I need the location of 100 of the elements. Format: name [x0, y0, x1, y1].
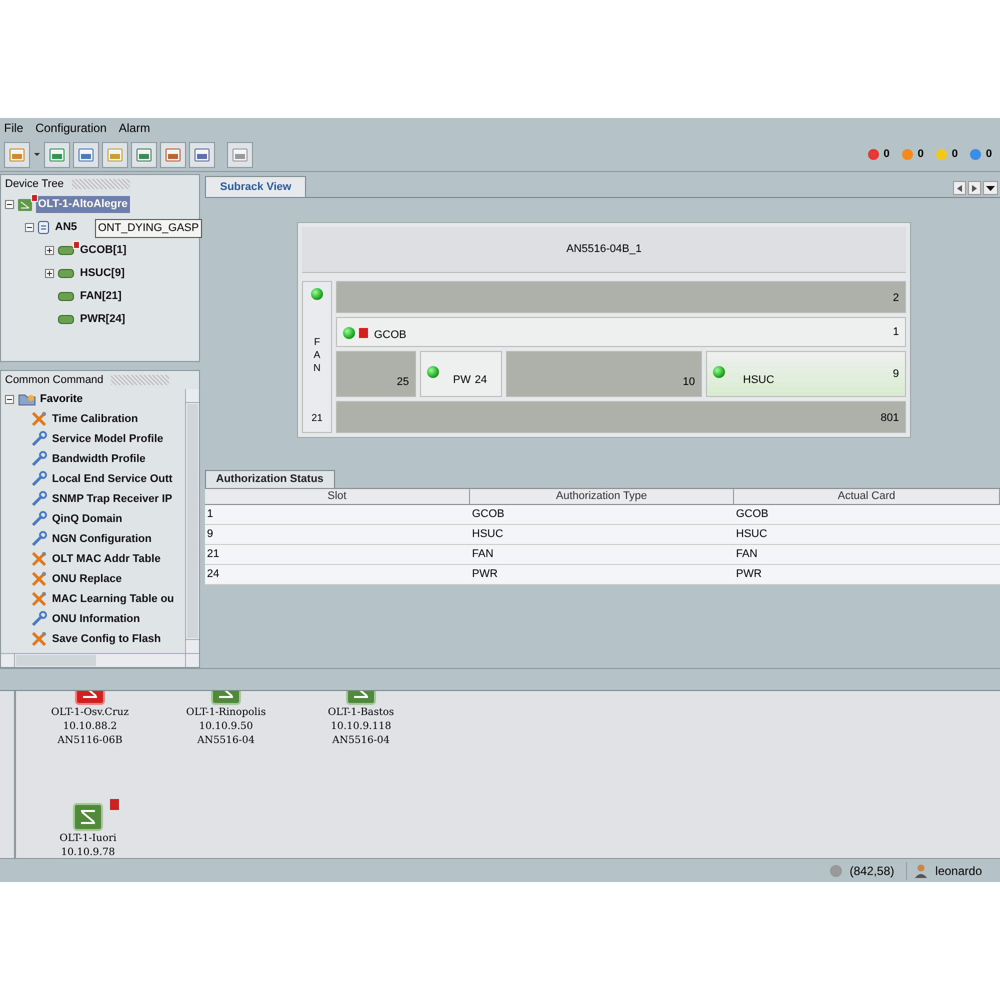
panel-title: Common Command: [5, 372, 104, 388]
tree-item[interactable]: PWR[24]: [78, 311, 128, 328]
slot-number: 25: [396, 374, 409, 390]
slot-number: 10: [682, 374, 695, 390]
grip-handle[interactable]: [111, 375, 170, 385]
slot-number: 801: [880, 410, 899, 426]
toolbar-button[interactable]: [227, 142, 253, 168]
card-name: PW: [453, 373, 471, 388]
alarm-count: 0: [918, 147, 924, 162]
window-icon: [78, 148, 94, 162]
window-icon: [194, 148, 210, 162]
tree-item[interactable]: GCOB[1]: [78, 242, 128, 259]
collapse-icon[interactable]: [5, 200, 14, 209]
table-cell-text: HSUC: [735, 527, 768, 542]
grip-handle[interactable]: [72, 179, 130, 189]
crossed-tools-icon: [31, 571, 47, 587]
table-cell-text: FAN: [471, 547, 494, 562]
wrench-icon: [31, 511, 47, 527]
collapse-icon[interactable]: [25, 223, 34, 232]
tooltip: ONT_DYING_GASP: [95, 219, 202, 238]
window-icon: [49, 148, 65, 162]
expand-icon[interactable]: [45, 246, 54, 255]
column-header[interactable]: Slot: [205, 489, 470, 504]
tree-item[interactable]: HSUC[9]: [78, 265, 127, 282]
expand-icon[interactable]: [45, 269, 54, 278]
left-arrow-icon: [957, 184, 962, 192]
toolbar-button[interactable]: [102, 142, 128, 168]
network-node-icon[interactable]: [73, 803, 103, 831]
command-item[interactable]: Save Config to Flash: [52, 630, 161, 648]
tree-item[interactable]: AN5: [53, 219, 80, 236]
device-model: AN5516-04: [197, 734, 255, 748]
folder-icon: [18, 392, 36, 406]
alarm-count: 0: [952, 147, 958, 162]
shelf-icon: [38, 221, 49, 234]
user-icon: [915, 864, 928, 878]
cursor-coordinates: (842,58): [850, 862, 908, 880]
device-name: OLT-1-Bastos: [328, 706, 394, 720]
ip-address: 10.10.88.2: [62, 720, 118, 734]
window-icon: [232, 148, 248, 162]
scroll-left-button[interactable]: [953, 181, 966, 195]
command-item[interactable]: QinQ Domain: [52, 510, 122, 528]
tab[interactable]: Authorization Status: [205, 470, 335, 488]
card-name: HSUC: [743, 373, 774, 388]
menu-item[interactable]: Alarm: [118, 119, 150, 137]
tree-item[interactable]: FAN[21]: [78, 288, 124, 305]
user-name: leonardo: [935, 862, 982, 880]
command-item[interactable]: Service Model Profile: [52, 430, 164, 448]
panel-title: Device Tree: [5, 176, 64, 192]
tree-item[interactable]: Favorite: [40, 390, 83, 408]
menu-item[interactable]: File: [4, 119, 24, 137]
scroll-right-button[interactable]: [968, 181, 981, 195]
crossed-tools-icon: [31, 591, 47, 607]
device-name: OLT-1-Iuori: [60, 832, 116, 846]
card-name: GCOB: [374, 328, 406, 343]
command-item[interactable]: ONU Replace: [52, 570, 122, 588]
command-item[interactable]: SNMP Trap Receiver IP: [52, 490, 172, 508]
command-item[interactable]: Local End Service Outt: [52, 470, 172, 488]
slot-number: 1: [892, 324, 899, 340]
command-item[interactable]: Time Calibration: [52, 410, 138, 428]
crossed-tools-icon: [31, 631, 47, 647]
table-cell-text: 9: [206, 527, 214, 542]
column-header[interactable]: Authorization Type: [470, 489, 734, 504]
device-model: AN5516-04: [332, 734, 390, 748]
command-item[interactable]: NGN Configuration: [52, 530, 152, 548]
slot-number: 2: [892, 290, 899, 306]
toolbar-button[interactable]: [189, 142, 215, 168]
wrench-icon: [31, 491, 47, 507]
toolbar-button[interactable]: [44, 142, 70, 168]
menu-item[interactable]: Configuration: [35, 119, 107, 137]
window-icon: [9, 148, 25, 162]
command-item[interactable]: ONU Information: [52, 610, 140, 628]
horizontal-scrollbar[interactable]: [1, 653, 199, 667]
device-model: AN5116-06B: [58, 734, 122, 748]
collapse-icon[interactable]: [5, 394, 14, 404]
wrench-icon: [31, 471, 47, 487]
column-header[interactable]: Actual Card: [734, 489, 1000, 504]
caret-icon: [986, 186, 995, 190]
dropdown-button[interactable]: [983, 181, 998, 195]
tree-item[interactable]: OLT-1-AltoAlegre: [36, 196, 130, 213]
vertical-scrollbar[interactable]: [185, 389, 199, 653]
card-icon: [58, 269, 74, 278]
wrench-icon: [31, 431, 47, 447]
tab[interactable]: Subrack View: [205, 176, 306, 197]
table-cell-text: 1: [206, 507, 214, 522]
toolbar-button[interactable]: [131, 142, 157, 168]
wrench-icon: [31, 531, 47, 547]
table-cell-text: HSUC: [471, 527, 504, 542]
window-icon: [107, 148, 123, 162]
table-cell-text: PWR: [735, 567, 763, 582]
toolbar-button[interactable]: [160, 142, 186, 168]
fan-letter: N: [313, 362, 321, 375]
command-item[interactable]: MAC Learning Table ou: [52, 590, 174, 608]
card-icon: [58, 315, 74, 324]
right-arrow-icon: [972, 184, 977, 192]
toolbar-button[interactable]: [73, 142, 99, 168]
command-item[interactable]: Bandwidth Profile: [52, 450, 146, 468]
command-item[interactable]: OLT MAC Addr Table: [52, 550, 161, 568]
table-cell-text: FAN: [735, 547, 758, 562]
subrack-title: AN5516-04B_1: [302, 227, 906, 273]
fan-letter: F: [314, 336, 320, 349]
